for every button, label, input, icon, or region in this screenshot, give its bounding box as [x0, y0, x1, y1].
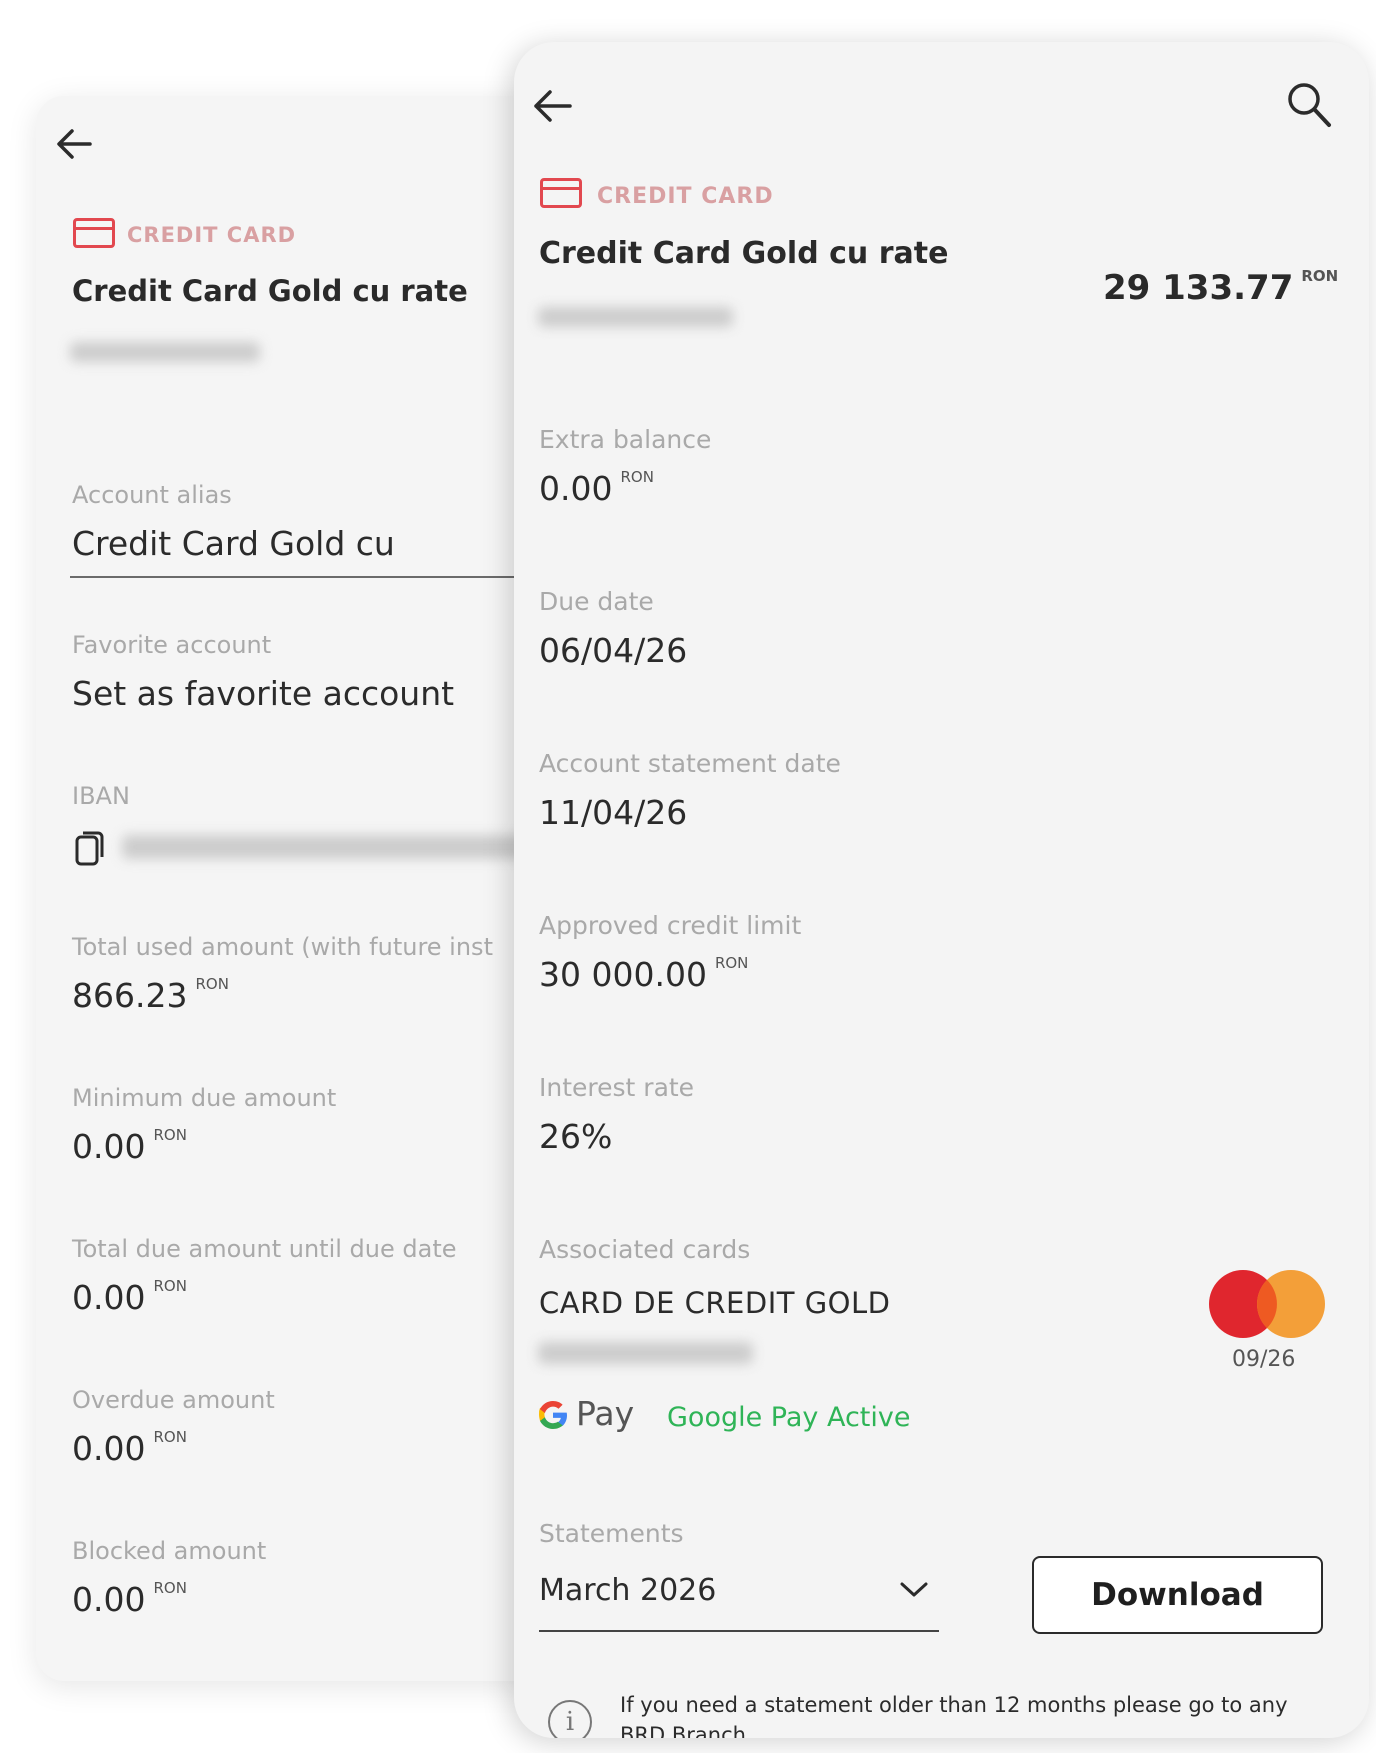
statement-month-select[interactable]: March 2026: [539, 1573, 716, 1608]
field-label: Overdue amount: [72, 1386, 275, 1414]
credit-card-icon: [540, 178, 582, 208]
field-value: 26%: [539, 1117, 613, 1156]
account-number-masked: [70, 342, 260, 362]
account-kind-label: CREDIT CARD: [127, 223, 297, 247]
card-expiry: 09/26: [1232, 1347, 1296, 1372]
account-name: Credit Card Gold cu rate: [539, 236, 949, 271]
account-name: Credit Card Gold cu rate: [72, 274, 468, 308]
field-value: 0.00 RON: [72, 1277, 187, 1317]
field-value: 0.00 RON: [539, 468, 654, 508]
account-number-masked: [538, 307, 733, 327]
statement-select-underline: [539, 1630, 939, 1632]
google-pay-logo-text: Pay: [576, 1394, 635, 1433]
credit-card-icon: [73, 218, 115, 248]
google-g-icon: [536, 1398, 570, 1436]
card-number-masked: [538, 1342, 753, 1364]
field-label: Minimum due amount: [72, 1084, 337, 1112]
field-label: Total used amount (with future inst: [72, 933, 493, 961]
field-value: 30 000.00 RON: [539, 954, 749, 994]
field-label: Interest rate: [539, 1073, 695, 1102]
field-label: Blocked amount: [72, 1537, 267, 1565]
iban-label: IBAN: [72, 782, 130, 810]
associated-card-name[interactable]: CARD DE CREDIT GOLD: [539, 1286, 890, 1320]
front-screen: CREDIT CARD Credit Card Gold cu rate 29 …: [514, 42, 1369, 1738]
copy-icon[interactable]: [74, 829, 106, 871]
favorite-label: Favorite account: [72, 631, 272, 659]
alias-label: Account alias: [72, 481, 232, 509]
field-value: 06/04/26: [539, 631, 688, 670]
search-icon[interactable]: [1285, 80, 1333, 134]
associated-cards-label: Associated cards: [539, 1235, 751, 1264]
account-balance: 29 133.77 RON: [1103, 267, 1339, 308]
back-screen: CREDIT CARD Credit Card Gold cu rate Acc…: [36, 96, 596, 1681]
field-value: 0.00 RON: [72, 1126, 187, 1166]
field-label: Total due amount until due date: [72, 1235, 457, 1263]
google-pay-status: Google Pay Active: [667, 1402, 911, 1433]
back-arrow-icon[interactable]: [54, 126, 94, 162]
field-label: Extra balance: [539, 425, 712, 454]
field-value: 0.00 RON: [72, 1428, 187, 1468]
set-favorite-button[interactable]: Set as favorite account: [72, 674, 454, 713]
field-value: 0.00 RON: [72, 1579, 187, 1619]
download-button[interactable]: Download: [1032, 1556, 1323, 1634]
field-label: Account statement date: [539, 749, 841, 778]
iban-masked: [122, 835, 562, 859]
field-value: 866.23 RON: [72, 975, 229, 1015]
statements-label: Statements: [539, 1519, 684, 1548]
field-label: Approved credit limit: [539, 911, 802, 940]
mastercard-logo-icon: [1208, 1269, 1326, 1343]
field-value: 11/04/26: [539, 793, 688, 832]
account-kind-label: CREDIT CARD: [597, 184, 774, 209]
statement-info-text: If you need a statement older than 12 mo…: [620, 1693, 1288, 1738]
field-label: Due date: [539, 587, 654, 616]
alias-input[interactable]: Credit Card Gold cu: [72, 524, 395, 563]
back-arrow-icon[interactable]: [530, 86, 574, 126]
info-icon: i: [548, 1700, 592, 1738]
chevron-down-icon[interactable]: [899, 1580, 929, 1604]
